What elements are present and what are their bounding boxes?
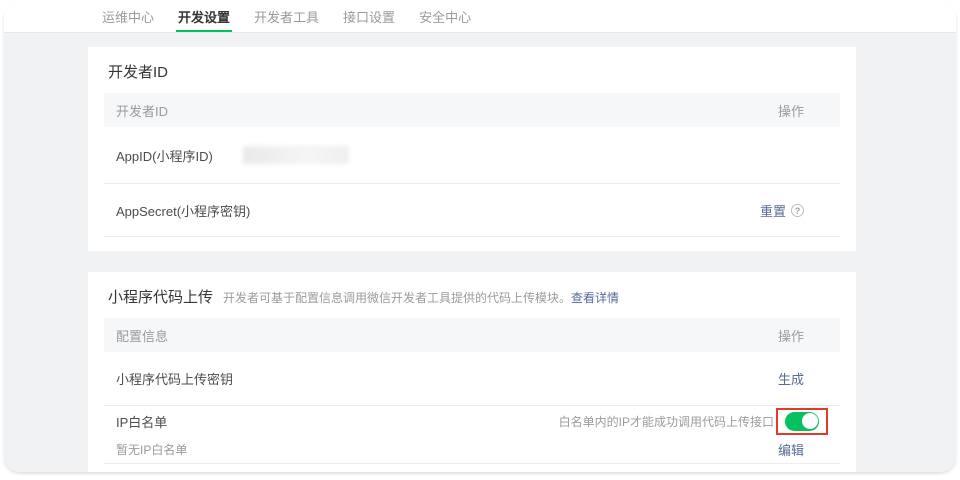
settings-page-frame: 运维中心 开发设置 开发者工具 接口设置 安全中心 开发者ID 开发者ID 操作… xyxy=(4,2,956,472)
table-row-no-ip: 暂无IP白名单 编辑 xyxy=(104,436,840,464)
code-upload-description: 开发者可基于配置信息调用微信开发者工具提供的代码上传模块。 xyxy=(223,289,571,306)
tab-api-settings[interactable]: 接口设置 xyxy=(341,2,397,32)
code-upload-title-row: 小程序代码上传 开发者可基于配置信息调用微信开发者工具提供的代码上传模块。 查看… xyxy=(88,272,856,318)
developer-id-section-title: 开发者ID xyxy=(108,61,168,82)
question-circle-icon[interactable]: ? xyxy=(791,204,804,217)
tab-development-settings[interactable]: 开发设置 xyxy=(176,2,232,32)
developer-id-table-header: 开发者ID 操作 xyxy=(104,93,840,127)
developer-id-title-row: 开发者ID xyxy=(88,47,856,93)
code-upload-card: 小程序代码上传 开发者可基于配置信息调用微信开发者工具提供的代码上传模块。 查看… xyxy=(88,272,856,472)
upload-key-label: 小程序代码上传密钥 xyxy=(116,369,233,388)
ip-whitelist-toggle[interactable] xyxy=(785,412,819,431)
table-row-upload-key: 小程序代码上传密钥 生成 xyxy=(104,352,840,406)
config-info-header-action: 操作 xyxy=(778,326,804,345)
table-row-ip-whitelist: IP白名单 白名单内的IP才能成功调用代码上传接口 xyxy=(104,406,840,436)
table-row-appid: AppID(小程序ID) xyxy=(104,127,840,184)
generate-key-link[interactable]: 生成 xyxy=(778,369,804,388)
appsecret-label: AppSecret(小程序密钥) xyxy=(116,201,250,220)
appsecret-reset-link[interactable]: 重置 ? xyxy=(760,201,804,220)
config-info-header-label: 配置信息 xyxy=(116,326,168,345)
appid-label: AppID(小程序ID) xyxy=(116,146,213,165)
top-tab-nav: 运维中心 开发设置 开发者工具 接口设置 安全中心 xyxy=(4,2,956,33)
developer-id-header-label: 开发者ID xyxy=(116,101,168,120)
edit-ip-whitelist-link[interactable]: 编辑 xyxy=(778,440,804,459)
no-ip-whitelist-label: 暂无IP白名单 xyxy=(116,441,187,458)
developer-id-card: 开发者ID 开发者ID 操作 AppID(小程序ID) AppSecret(小程… xyxy=(88,47,856,251)
code-upload-table-header: 配置信息 操作 xyxy=(104,318,840,352)
ip-whitelist-note: 白名单内的IP才能成功调用代码上传接口 xyxy=(559,413,774,430)
tab-operations-center[interactable]: 运维中心 xyxy=(100,2,156,32)
view-details-link[interactable]: 查看详情 xyxy=(571,289,619,306)
tab-security-center[interactable]: 安全中心 xyxy=(417,2,473,32)
toggle-knob xyxy=(802,413,818,429)
appid-redacted-value xyxy=(243,146,349,164)
ip-whitelist-label: IP白名单 xyxy=(116,412,167,431)
tab-developer-tools[interactable]: 开发者工具 xyxy=(252,2,321,32)
reset-link-label[interactable]: 重置 xyxy=(760,201,786,220)
developer-id-header-action: 操作 xyxy=(778,101,804,120)
red-annotation-box xyxy=(776,408,828,435)
table-row-appsecret: AppSecret(小程序密钥) 重置 ? xyxy=(104,184,840,237)
code-upload-section-title: 小程序代码上传 xyxy=(108,286,213,307)
